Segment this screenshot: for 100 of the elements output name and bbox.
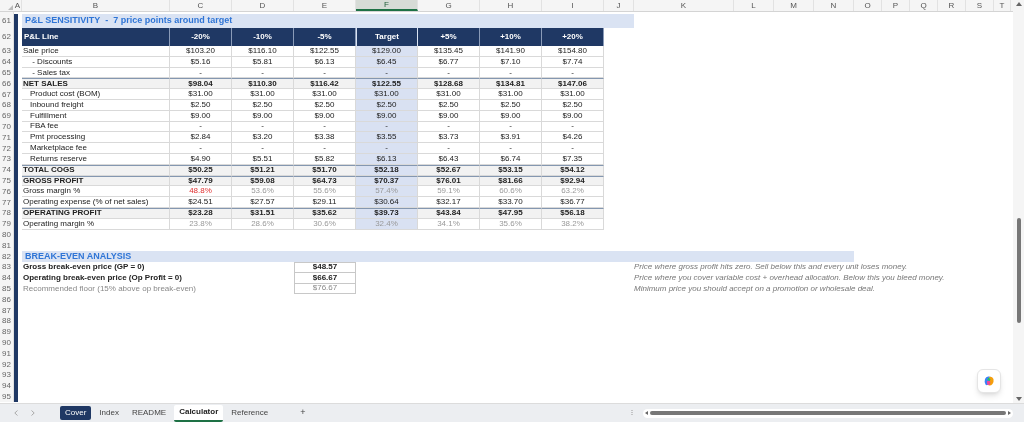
value-cell: - [232, 143, 294, 154]
column-header[interactable]: F [356, 0, 418, 11]
value-cell: $6.74 [480, 153, 542, 165]
value-cell: $52.18 [356, 164, 418, 176]
value-cell: $53.15 [480, 164, 542, 176]
scroll-thumb[interactable] [650, 411, 1006, 415]
column-header[interactable]: N [814, 0, 854, 11]
value-cell: $3.73 [418, 132, 480, 144]
copilot-button[interactable] [977, 369, 1001, 393]
column-header[interactable]: P [882, 0, 910, 11]
row-label: Product cost (BOM) [22, 89, 170, 100]
sheet-tab[interactable]: Calculator [174, 404, 224, 422]
value-cell: $23.28 [170, 207, 232, 219]
horizontal-scrollbar[interactable] [643, 408, 1013, 418]
row-label: Pmt processing [22, 132, 170, 144]
value-cell: $7.10 [480, 56, 542, 68]
note-text: Price where gross profit hits zero. Sell below this and every unit loses money. [634, 261, 908, 274]
column-header[interactable]: R [938, 0, 966, 11]
value-cell: $76.01 [418, 175, 480, 187]
row-number: 78 [0, 207, 14, 219]
scroll-up-icon[interactable] [1015, 2, 1022, 6]
column-header[interactable]: A [14, 0, 22, 11]
value-cell: - [170, 121, 232, 133]
value-cell: $116.10 [232, 46, 294, 57]
value-cell: $154.80 [542, 46, 604, 57]
column-header[interactable]: L [734, 0, 774, 11]
value-cell: $54.12 [542, 164, 604, 176]
sheet-tab[interactable]: Reference [226, 406, 274, 420]
value-cell: $3.20 [232, 132, 294, 144]
value-cell: - [480, 143, 542, 154]
value-cell: $47.95 [480, 207, 542, 219]
value-cell: $6.77 [418, 56, 480, 68]
value-cell: $51.70 [294, 164, 356, 176]
value-cell: 35.6% [480, 218, 542, 230]
value-cell: $36.77 [542, 197, 604, 208]
row-number: 72 [0, 143, 14, 154]
column-header[interactable]: O [854, 0, 882, 11]
column-header[interactable]: H [480, 0, 542, 11]
value-cell: $4.90 [170, 153, 232, 165]
value-cell: 28.6% [232, 218, 294, 230]
value-cell: $31.00 [232, 89, 294, 100]
sheet-tab[interactable]: README [126, 406, 172, 420]
value-cell: $2.50 [480, 100, 542, 111]
value-cell: $9.00 [480, 110, 542, 122]
sheet-tab[interactable]: Cover [60, 406, 92, 420]
value-cell: $31.51 [232, 207, 294, 219]
column-header[interactable]: G [418, 0, 480, 11]
row-number: 77 [0, 197, 14, 208]
row-label: - Discounts [22, 56, 170, 68]
column-header[interactable]: K [634, 0, 734, 11]
column-heading: P&L Line [22, 28, 170, 46]
section-title: P&L SENSITIVITY - 7 price points around target [22, 14, 634, 28]
note-text: Minimum price you should accept on a promotion or wholesale deal. [634, 282, 875, 295]
value-cell: $2.50 [232, 100, 294, 111]
scroll-left-icon[interactable] [645, 411, 648, 415]
row-label: OPERATING PROFIT [22, 207, 170, 219]
row-label: Gross margin % [22, 186, 170, 198]
column-header[interactable]: S [966, 0, 994, 11]
value-cell: $51.21 [232, 164, 294, 176]
value-cell: - [356, 67, 418, 79]
value-cell: $6.13 [356, 153, 418, 165]
row-label: Operating expense (% of net sales) [22, 197, 170, 208]
value-cell: 32.4% [356, 218, 418, 230]
column-header[interactable]: D [232, 0, 294, 11]
value-cell: $27.57 [232, 197, 294, 208]
value-cell: 34.1% [418, 218, 480, 230]
value-cell: 53.6% [232, 186, 294, 198]
column-header[interactable]: B [22, 0, 170, 11]
value-cell: $134.81 [480, 78, 542, 90]
column-header[interactable]: C [170, 0, 232, 11]
value-cell: $103.20 [170, 46, 232, 57]
value-cell: $98.04 [170, 78, 232, 90]
value-cell: $2.50 [418, 100, 480, 111]
sheet-tab[interactable]: Index [94, 406, 124, 420]
column-header[interactable]: I [542, 0, 604, 11]
scroll-thumb[interactable] [1016, 218, 1021, 323]
metric-label: Recommended floor (15% above op break-even) [22, 282, 196, 295]
value-cell: $9.00 [542, 110, 604, 122]
row-number: 73 [0, 153, 14, 165]
add-sheet-button[interactable]: + [298, 406, 308, 420]
column-header[interactable]: M [774, 0, 814, 11]
vertical-scrollbar[interactable] [1013, 0, 1024, 403]
row-label: FBA fee [22, 121, 170, 133]
value-cell: 38.2% [542, 218, 604, 230]
row-number: 89 [0, 326, 14, 338]
value-cell: $24.51 [170, 197, 232, 208]
column-header[interactable]: J [604, 0, 634, 11]
row-number: 69 [0, 110, 14, 122]
split-handle-icon[interactable] [631, 410, 633, 416]
value-cell: $116.42 [294, 78, 356, 90]
scroll-right-icon[interactable] [1008, 411, 1011, 415]
value-cell: $52.67 [418, 164, 480, 176]
value-cell: $147.06 [542, 78, 604, 90]
column-header[interactable]: T [994, 0, 1011, 11]
column-header[interactable]: Q [910, 0, 938, 11]
row-number: 62 [0, 28, 14, 46]
row-number: 82 [0, 251, 14, 262]
value-cell: $6.43 [418, 153, 480, 165]
value-cell: $9.00 [418, 110, 480, 122]
scroll-down-icon[interactable] [1015, 397, 1022, 401]
